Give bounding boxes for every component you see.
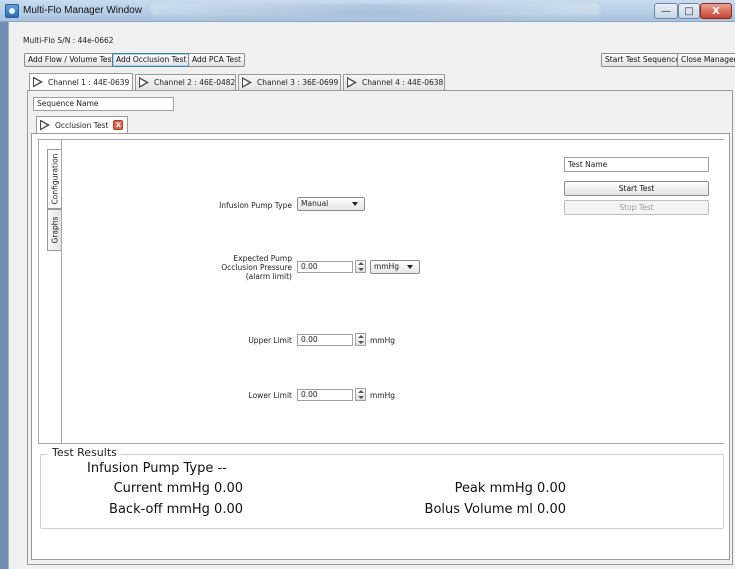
tab-occlusion-test[interactable]: Occlusion Test x <box>36 116 128 133</box>
test-page: Configuration Graphs Infusion Pump Type … <box>31 133 730 560</box>
tab-channel-4[interactable]: Channel 4 : 44E-0638 <box>343 74 445 90</box>
play-icon <box>347 77 357 88</box>
window-client: Multi-Flo S/N : 44e-0662 Add Flow / Volu… <box>8 22 735 569</box>
close-manager-button[interactable]: Close Manager <box>677 53 735 67</box>
pressure-stepper[interactable] <box>355 260 366 273</box>
pump-type-value: Manual <box>301 199 329 208</box>
tab-configuration-label: Configuration <box>50 153 59 205</box>
result-current-mmhg: Current mmHg 0.00 <box>113 481 243 496</box>
channel-page: Sequence Name Occlusion Test x Configura… <box>27 90 733 565</box>
tab-channel-2[interactable]: Channel 2 : 46E-0482 <box>135 74 236 90</box>
tab-channel-4-label: Channel 4 : 44E-0638 <box>362 78 444 87</box>
sequence-name-input[interactable]: Sequence Name <box>33 97 174 111</box>
title-bar-background <box>150 4 600 16</box>
close-tab-icon[interactable]: x <box>113 120 124 130</box>
play-icon <box>40 119 50 131</box>
tab-channel-1-label: Channel 1 : 44E-0639 <box>48 77 130 87</box>
upper-limit-unit: mmHg <box>370 336 396 345</box>
maximize-button[interactable]: □ <box>678 3 700 19</box>
title-bar[interactable]: Multi-Flo Manager Window — □ X <box>0 0 735 22</box>
upper-limit-label: Upper Limit <box>248 336 292 345</box>
serial-number-label: Multi-Flo S/N : 44e-0662 <box>23 36 114 45</box>
test-results-title: Test Results <box>48 446 121 459</box>
result-bolus-volume: Bolus Volume ml 0.00 <box>424 502 566 517</box>
result-pump-type: Infusion Pump Type -- <box>87 461 227 476</box>
upper-limit-stepper[interactable] <box>355 333 366 346</box>
play-icon <box>242 77 252 88</box>
configuration-panel: Infusion Pump Type Manual Expected Pump … <box>61 140 724 443</box>
chevron-down-icon <box>407 265 413 269</box>
window-title: Multi-Flo Manager Window <box>23 5 142 16</box>
tab-channel-2-label: Channel 2 : 46E-0482 <box>154 78 236 87</box>
add-flow-volume-test-button[interactable]: Add Flow / Volume Test <box>24 53 119 67</box>
stop-test-button[interactable]: Stop Test <box>564 200 709 215</box>
pump-type-label: Infusion Pump Type <box>219 201 292 210</box>
tab-graphs-label: Graphs <box>50 216 59 244</box>
chevron-down-icon <box>352 202 358 206</box>
pressure-unit-value: mmHg <box>374 262 400 271</box>
lower-limit-label: Lower Limit <box>248 391 292 400</box>
upper-limit-input[interactable]: 0.00 <box>297 334 353 346</box>
start-test-button[interactable]: Start Test <box>564 181 709 196</box>
tab-channel-1[interactable]: Channel 1 : 44E-0639 <box>29 73 133 90</box>
close-window-button[interactable]: X <box>700 3 732 19</box>
add-pca-test-button[interactable]: Add PCA Test <box>188 53 245 67</box>
pressure-label-line-2: Occlusion Pressure <box>221 263 292 272</box>
pressure-unit-select[interactable]: mmHg <box>370 260 420 274</box>
result-peak-mmhg: Peak mmHg 0.00 <box>454 481 566 496</box>
app-icon <box>5 4 19 18</box>
config-frame: Configuration Graphs Infusion Pump Type … <box>38 139 724 444</box>
test-name-input[interactable]: Test Name <box>564 157 709 172</box>
pressure-label-line-1: Expected Pump <box>233 254 292 263</box>
start-test-sequence-button[interactable]: Start Test Sequence <box>601 53 684 67</box>
result-backoff-mmhg: Back-off mmHg 0.00 <box>109 502 243 517</box>
lower-limit-unit: mmHg <box>370 391 396 400</box>
lower-limit-input[interactable]: 0.00 <box>297 389 353 401</box>
tab-channel-3[interactable]: Channel 3 : 36E-0699 <box>238 74 341 90</box>
minimize-button[interactable]: — <box>654 3 678 19</box>
play-icon <box>33 76 43 88</box>
lower-limit-stepper[interactable] <box>355 388 366 401</box>
pump-type-select[interactable]: Manual <box>297 197 365 211</box>
tab-configuration[interactable]: Configuration <box>47 149 61 209</box>
pressure-input[interactable]: 0.00 <box>297 261 353 273</box>
tab-occlusion-test-label: Occlusion Test <box>55 120 109 130</box>
add-occlusion-test-button[interactable]: Add Occlusion Test <box>112 53 191 67</box>
play-icon <box>139 77 149 88</box>
tab-graphs[interactable]: Graphs <box>47 209 61 251</box>
pressure-label-line-3: (alarm limit) <box>245 272 292 281</box>
tab-channel-3-label: Channel 3 : 36E-0699 <box>257 78 339 87</box>
